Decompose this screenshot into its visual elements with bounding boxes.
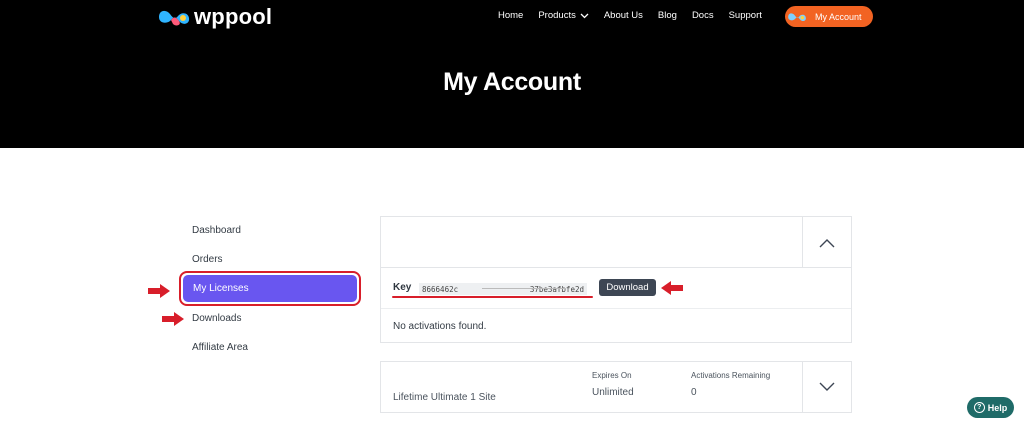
sidebar-item-label: My Licenses: [183, 275, 357, 302]
license-key-row: Key 8666462c 37be3afbfe2d Download: [381, 268, 851, 309]
activations-header: Activations Remaining: [691, 371, 771, 380]
my-account-button[interactable]: My Account: [785, 6, 873, 27]
page-title: My Account: [443, 68, 581, 96]
activations-value: 0: [691, 387, 697, 398]
wppool-logo-icon: [788, 12, 806, 21]
top-nav: Home Products About Us Blog Docs Support: [498, 10, 777, 21]
expand-toggle[interactable]: [802, 362, 851, 412]
help-label: Help: [987, 402, 1008, 413]
key-start: 8666462c: [422, 284, 459, 294]
key-label: Key: [393, 282, 412, 293]
nav-label: Support: [728, 10, 762, 21]
product-name: Lifetime Ultimate 1 Site: [393, 392, 496, 403]
chevron-up-icon: [819, 238, 835, 247]
sidebar-item-downloads[interactable]: Downloads: [192, 313, 241, 324]
nav-home[interactable]: Home: [498, 10, 523, 21]
nav-support[interactable]: Support: [729, 10, 762, 21]
logo-text: wppool: [194, 4, 273, 29]
no-activations-text: No activations found.: [393, 321, 487, 332]
sidebar-item-my-licenses[interactable]: My Licenses: [179, 271, 361, 306]
annotation-arrow-right-icon: [148, 284, 170, 298]
annotation-arrow-right-icon: [162, 312, 184, 326]
question-circle-icon: ?: [973, 402, 985, 413]
nav-blog[interactable]: Blog: [658, 10, 677, 21]
chevron-down-icon: [580, 13, 589, 18]
expires-header: Expires On: [592, 371, 632, 380]
nav-docs[interactable]: Docs: [692, 10, 714, 21]
download-button[interactable]: Download: [599, 279, 656, 296]
license-card: Key 8666462c 37be3afbfe2d Download No ac…: [380, 216, 852, 343]
key-redaction: [482, 288, 566, 289]
license-card-header: [381, 217, 851, 268]
collapse-toggle[interactable]: [802, 217, 851, 268]
nav-products[interactable]: Products: [538, 10, 589, 21]
key-end: 37be3afbfe2d: [529, 284, 584, 294]
nav-label: Products: [538, 10, 576, 21]
annotation-underline: [392, 296, 593, 298]
expires-value: Unlimited: [592, 387, 634, 398]
sidebar-item-orders[interactable]: Orders: [192, 254, 223, 265]
sidebar-item-affiliate-area[interactable]: Affiliate Area: [192, 342, 248, 353]
nav-about-us[interactable]: About Us: [604, 10, 643, 21]
nav-label: About Us: [603, 10, 643, 21]
license-key-field[interactable]: 8666462c 37be3afbfe2d: [419, 283, 587, 295]
nav-label: Home: [498, 10, 524, 21]
logo[interactable]: wppool: [157, 4, 272, 30]
wppool-logo-icon: [159, 10, 190, 26]
chevron-down-icon: [819, 382, 835, 391]
nav-label: Docs: [691, 10, 714, 21]
hero-banner: wppool Home Products About Us Blog Docs …: [0, 0, 1024, 148]
sidebar-item-dashboard[interactable]: Dashboard: [192, 225, 241, 236]
help-button[interactable]: ? Help: [967, 397, 1014, 418]
product-card: Lifetime Ultimate 1 Site Expires On Unli…: [380, 361, 852, 413]
my-account-label: My Account: [815, 11, 862, 22]
nav-label: Blog: [657, 10, 677, 21]
